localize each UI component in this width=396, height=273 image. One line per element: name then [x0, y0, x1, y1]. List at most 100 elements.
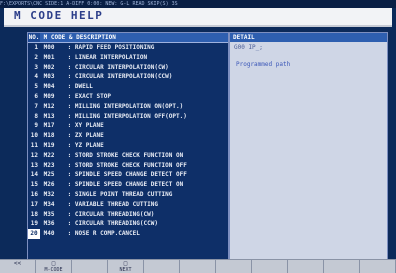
item-code: M12 [43, 102, 55, 110]
item-code: M32 [43, 190, 55, 198]
item-description: CIRCULAR INTERPOLATION(CW) [74, 63, 169, 71]
detail-header: DETAIL [230, 33, 387, 42]
mcode-list-panel: NO. M CODE & DESCRIPTION 1 M00: RAPID FE… [27, 32, 229, 260]
item-number: 17 [30, 200, 38, 208]
list-item[interactable]: 17 M34: VARIABLE THREAD CUTTING [28, 200, 228, 210]
softkey-icon: << [13, 260, 22, 267]
softkey-6[interactable] [180, 260, 216, 273]
list-item[interactable]: 10 M18: ZX PLANE [28, 131, 228, 141]
item-separator: : [67, 73, 75, 81]
item-separator: : [67, 44, 75, 51]
item-code: M17 [43, 122, 55, 130]
list-item[interactable]: 6 M09: EXACT STOP [28, 92, 228, 102]
header-no: NO. [28, 33, 40, 42]
item-description: SPINDLE SPEED CHANGE DETECT OFF [74, 171, 187, 179]
item-separator: : [67, 83, 75, 91]
item-description: EXACT STOP [74, 92, 111, 100]
item-separator: : [67, 171, 75, 179]
item-code: M40 [43, 230, 55, 238]
item-separator: : [67, 220, 75, 228]
list-item[interactable]: 3 M02: CIRCULAR INTERPOLATION(CW) [28, 63, 228, 73]
item-separator: : [67, 92, 75, 100]
list-item[interactable]: 19 M36: CIRCULAR THREADING(CCW) [28, 219, 228, 229]
list-item[interactable]: 2 M01: LINEAR INTERPOLATION [28, 53, 228, 63]
list-header: NO. M CODE & DESCRIPTION [28, 33, 228, 43]
item-number: 12 [30, 151, 38, 159]
item-number: 9 [34, 122, 38, 130]
item-code: M03 [43, 73, 55, 81]
item-description: YZ PLANE [74, 141, 104, 149]
list-item[interactable]: 9 M17: XY PLANE [28, 121, 228, 131]
item-code: M04 [43, 83, 55, 91]
softkey-8[interactable] [252, 260, 288, 273]
softkey-label: M-CODE [44, 267, 63, 273]
item-description: STORD STROKE CHECK FUNCTION ON [74, 151, 184, 159]
list-item[interactable]: 13 M23: STORD STROKE CHECK FUNCTION OFF [28, 161, 228, 171]
softkey-10[interactable] [324, 260, 360, 273]
softkey-9[interactable] [288, 260, 324, 273]
softkey-1[interactable]: << [0, 260, 36, 273]
item-description: VARIABLE THREAD CUTTING [74, 200, 158, 208]
item-description: DWELL [74, 83, 93, 91]
item-description: CIRCULAR THREADING(CCW) [74, 220, 158, 228]
function-key-bar: << □ M-CODE □ NEXT [0, 259, 396, 273]
softkey-5[interactable] [144, 260, 180, 273]
item-number: 3 [34, 63, 38, 71]
softkey-11[interactable] [360, 260, 396, 273]
item-separator: : [67, 230, 75, 238]
item-number: 1 [34, 44, 38, 51]
softkey-2[interactable]: □ M-CODE [36, 260, 72, 273]
item-separator: : [67, 102, 75, 110]
item-code: M19 [43, 141, 55, 149]
title-bar: M CODE HELP [4, 8, 392, 27]
item-separator: : [67, 200, 75, 208]
item-code: M02 [43, 63, 55, 71]
softkey-7[interactable] [216, 260, 252, 273]
item-code: M18 [43, 132, 55, 140]
item-separator: : [67, 141, 75, 149]
item-separator: : [67, 112, 75, 120]
list-item[interactable]: 7 M12: MILLING INTERPOLATION ON(OPT.) [28, 102, 228, 112]
list-item[interactable]: 14 M25: SPINDLE SPEED CHANGE DETECT OFF [28, 170, 228, 180]
item-number: 20 [28, 229, 40, 239]
item-description: RAPID FEED POSITIONING [74, 44, 155, 51]
list-item[interactable]: 5 M04: DWELL [28, 82, 228, 92]
item-number: 10 [30, 132, 38, 140]
item-description: SPINDLE SPEED CHANGE DETECT ON [74, 181, 184, 189]
item-number: 15 [30, 181, 38, 189]
list-item[interactable]: 15 M26: SPINDLE SPEED CHANGE DETECT ON [28, 180, 228, 190]
softkey-4[interactable]: □ NEXT [108, 260, 144, 273]
item-number: 2 [34, 53, 38, 61]
list-item[interactable]: 12 M22: STORD STROKE CHECK FUNCTION ON [28, 151, 228, 161]
item-description: STORD STROKE CHECK FUNCTION OFF [74, 161, 187, 169]
list-item[interactable]: 18 M35: CIRCULAR THREADING(CW) [28, 210, 228, 220]
list-item[interactable]: 11 M19: YZ PLANE [28, 141, 228, 151]
item-number: 5 [34, 83, 38, 91]
item-separator: : [67, 210, 75, 218]
item-code: M01 [43, 53, 55, 61]
item-number: 16 [30, 190, 38, 198]
item-separator: : [67, 53, 75, 61]
item-separator: : [67, 190, 75, 198]
page-title: M CODE HELP [14, 9, 104, 22]
item-number: 18 [30, 210, 38, 218]
item-separator: : [67, 181, 75, 189]
list-item[interactable]: 8 M13: MILLING INTERPOLATION OFF(OPT.) [28, 112, 228, 122]
item-code: M25 [43, 171, 55, 179]
item-number: 4 [34, 73, 38, 81]
softkey-icon: □ [51, 260, 56, 267]
item-separator: : [67, 132, 75, 140]
list-item[interactable]: 16 M32: SINGLE POINT THREAD CUTTING [28, 190, 228, 200]
item-code: M22 [43, 151, 55, 159]
list-item[interactable]: 1 M00: RAPID FEED POSITIONING [28, 43, 228, 53]
item-separator: : [67, 151, 75, 159]
item-code: M35 [43, 210, 55, 218]
item-description: XY PLANE [74, 122, 104, 130]
item-separator: : [67, 122, 75, 130]
item-number: 19 [30, 220, 38, 228]
item-code: M34 [43, 200, 55, 208]
softkey-3[interactable] [72, 260, 108, 273]
item-description: MILLING INTERPOLATION OFF(OPT.) [74, 112, 187, 120]
list-item[interactable]: 20 M40: NOSE R COMP.CANCEL [28, 229, 228, 239]
list-item[interactable]: 4 M03: CIRCULAR INTERPOLATION(CCW) [28, 72, 228, 82]
